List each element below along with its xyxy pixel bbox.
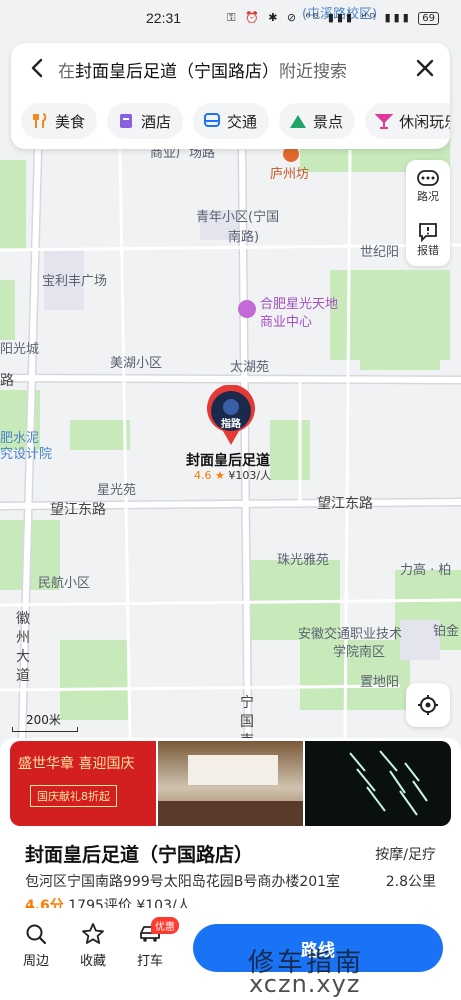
scale-bar	[12, 727, 78, 732]
map-label-zhuguang[interactable]: 珠光雅苑	[277, 549, 329, 568]
place-distance: 2.8公里	[385, 874, 436, 890]
traffic-label: 路况	[417, 189, 439, 203]
chip-hotel[interactable]: 酒店	[107, 103, 184, 139]
chip-scenic[interactable]: 景点	[279, 103, 356, 139]
tab-label: 收藏	[79, 954, 106, 969]
mall-poi-icon[interactable]	[238, 300, 256, 318]
map-scale: 200米	[12, 711, 78, 732]
chip-label: 景点	[313, 112, 344, 131]
map-label-shiji: 世纪阳	[360, 245, 400, 260]
report-label: 报错	[417, 243, 439, 257]
map-label-anhui[interactable]: 安徽交通职业技术	[298, 623, 402, 642]
place-address: 包河区宁国南路999号太阳岛花园B号商办楼201室	[25, 874, 341, 890]
pin-subtitle: 4.6 ★ ¥103/人	[194, 467, 271, 483]
place-name[interactable]: 封面皇后足道（宁国路店）	[25, 840, 253, 867]
search-query[interactable]: 在封面皇后足道（宁国路店）附近搜索	[58, 57, 347, 82]
status-icons: ⚿ ⏰ ✱ ⊘ ⁶ᴳ ▮▮▮ ᴴᴰ ▮▮▮ 69	[227, 11, 439, 25]
map-label-yangguang: 阳光城	[0, 342, 40, 357]
status-icon-text: ⚿ ⏰ ✱ ⊘ ⁶ᴳ ▮▮▮ ᴴᴰ ▮▮▮	[227, 11, 412, 24]
promo-subtitle: 国庆献礼8折起	[30, 785, 117, 807]
pin-rating: 4.6	[194, 469, 212, 482]
tab-label: 周边	[22, 954, 49, 969]
star-icon: ★	[215, 469, 225, 482]
road-label-huizhou: 徽州大道	[16, 611, 30, 684]
report-icon	[419, 222, 437, 242]
photo-promo[interactable]: 盛世华章 喜迎国庆 国庆献礼8折起	[10, 741, 157, 826]
search-query-text: 封面皇后足道（宁国路店）	[75, 62, 279, 82]
scale-label: 200米	[26, 713, 61, 727]
back-arrow-icon[interactable]	[27, 57, 49, 79]
map-label-xingguangyuan[interactable]: 星光苑	[97, 479, 136, 498]
star-outline-icon	[82, 923, 104, 944]
fork-knife-icon	[33, 113, 47, 128]
watermark-url: xczn.xyz	[249, 970, 361, 998]
battery-icon: 69	[418, 12, 439, 25]
calligraphy-image	[348, 750, 428, 816]
promo-title: 盛世华章 喜迎国庆	[18, 756, 135, 772]
status-time: 22:31	[146, 10, 182, 26]
lobby-counter	[158, 801, 303, 826]
locate-button[interactable]	[406, 683, 450, 727]
search-prefix: 在	[58, 62, 75, 82]
map-label-bo: 铂金	[433, 624, 460, 639]
map-label-baolifeng[interactable]: 宝利丰广场	[42, 270, 107, 289]
chip-label: 美食	[55, 112, 86, 131]
map-label-qingnian[interactable]: 青年小区(宁国	[196, 206, 279, 225]
tab-favorite[interactable]: 收藏	[68, 922, 118, 969]
map-label-taihu[interactable]: 太湖苑	[230, 356, 269, 375]
map-label-meihu[interactable]: 美湖小区	[110, 352, 162, 371]
map-label-minhang[interactable]: 民航小区	[38, 572, 90, 591]
photo-calligraphy[interactable]	[304, 741, 451, 826]
search-card: 在封面皇后足道（宁国路店）附近搜索 美食 酒店 交通 景点 休闲玩乐	[11, 43, 450, 149]
pin-price: ¥103/人	[228, 469, 272, 482]
map-label-anhui-2: 学院南区	[333, 645, 386, 660]
status-bar: 22:31 ⚿ ⏰ ✱ ⊘ ⁶ᴳ ▮▮▮ ᴴᴰ ▮▮▮ 69	[0, 0, 461, 40]
chip-food[interactable]: 美食	[21, 103, 98, 139]
category-chips: 美食 酒店 交通 景点 休闲玩乐	[21, 103, 450, 139]
tab-label: 打车	[136, 954, 163, 969]
report-button[interactable]: 报错	[406, 213, 450, 266]
chip-label: 交通	[227, 112, 258, 131]
taxi-discount-badge: 优惠	[151, 917, 179, 934]
photo-lobby[interactable]	[158, 741, 303, 826]
traffic-button[interactable]: 路况	[406, 160, 450, 213]
close-icon[interactable]	[414, 57, 436, 79]
road-label-wangjiang-east: 望江东路	[317, 496, 373, 512]
road-label-wangjiang-west: 望江东路	[50, 502, 106, 518]
map-label-qingnian-2: 南路)	[228, 230, 260, 245]
map-label-feishuini-2: 究设计院	[0, 447, 53, 462]
search-suffix: 附近搜索	[279, 62, 347, 82]
cocktail-icon	[375, 114, 394, 129]
bus-icon	[204, 113, 221, 127]
locate-icon	[418, 695, 438, 715]
pin-thumb-text: 指路	[221, 419, 241, 430]
map-label-xingguang[interactable]: 合肥星光天地	[260, 293, 338, 312]
place-type: 按摩/足疗	[375, 847, 436, 863]
tab-nearby[interactable]: 周边	[11, 922, 61, 969]
mountain-icon	[290, 115, 307, 128]
traffic-icon	[417, 169, 439, 186]
map-label-luzhou[interactable]: 庐州坊	[270, 163, 309, 182]
side-tools: 路况 报错	[406, 160, 450, 266]
map-label-xingguang-2: 商业中心	[260, 315, 313, 330]
chip-transit[interactable]: 交通	[193, 103, 270, 139]
map-label-zhidi: 置地阳	[360, 675, 400, 690]
map-label-road-lu: 路	[0, 373, 14, 389]
chip-label: 酒店	[141, 112, 172, 131]
hotel-icon	[120, 114, 133, 128]
place-pin[interactable]: 指路	[205, 384, 257, 447]
map-label-ligao: 力高 · 柏	[400, 563, 452, 578]
lobby-mural	[188, 755, 279, 785]
chip-leisure[interactable]: 休闲玩乐	[365, 103, 450, 139]
search-icon	[26, 924, 47, 945]
chip-label: 休闲玩乐	[399, 112, 450, 131]
photo-strip[interactable]: 盛世华章 喜迎国庆 国庆献礼8折起	[10, 741, 451, 826]
